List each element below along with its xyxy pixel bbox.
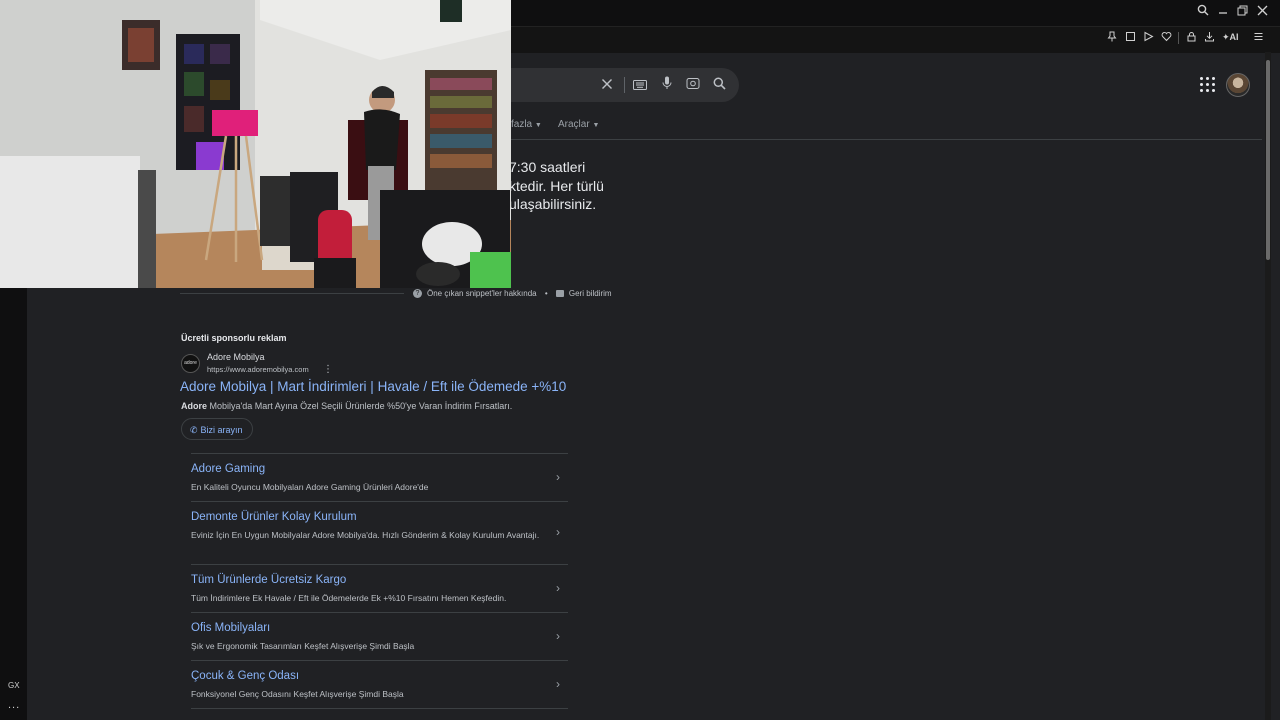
snippet-about-link[interactable]: ? Öne çıkan snippet'ler hakkında [413, 289, 537, 299]
heart-icon[interactable] [1158, 30, 1174, 46]
close-icon[interactable] [1253, 3, 1271, 21]
ad-desc-bold: Adore [181, 401, 208, 411]
sitelink-title[interactable]: Tüm Ürünlerde Ücretsiz Kargo [191, 574, 346, 586]
snippet-line: 7:30 saatleri [509, 159, 586, 175]
toolbar-separator [1178, 32, 1179, 44]
webcam-overlay [0, 0, 511, 288]
ai-button[interactable]: ✦AI [1222, 32, 1239, 43]
sitelink-ofis[interactable]: Ofis Mobilyaları Şık ve Ergonomik Tasarı… [191, 612, 568, 660]
pin-icon[interactable] [1104, 30, 1120, 46]
menu-icon[interactable] [1250, 30, 1266, 46]
ai-icon: ✦ [1222, 32, 1230, 42]
call-button[interactable]: ✆ Bizi arayın [181, 418, 253, 440]
chevron-right-icon: › [556, 469, 560, 484]
ad-site-name[interactable]: Adore Mobilya [207, 352, 265, 362]
google-apps-icon[interactable] [1199, 76, 1217, 94]
account-avatar[interactable] [1226, 73, 1250, 97]
sitelink-cocuk[interactable]: Çocuk & Genç Odası Fonksiyonel Genç Odas… [191, 660, 568, 709]
dot-separator: • [544, 289, 548, 298]
feedback-icon [555, 290, 564, 298]
chevron-right-icon: › [556, 525, 560, 539]
play-icon[interactable] [1140, 30, 1156, 46]
sitelink-desc: Eviniz İçin En Uygun Mobilyalar Adore Mo… [191, 530, 540, 540]
sitelink-desc: Fonksiyonel Genç Odasını Keşfet Alışveri… [191, 689, 404, 699]
tab-tools[interactable]: Araçlar ▼ [558, 119, 599, 130]
sidebar-more-button[interactable]: ... [8, 699, 20, 711]
lock-icon[interactable] [1183, 30, 1199, 46]
feedback-link[interactable]: Geri bildirim [555, 289, 612, 298]
more-options-icon[interactable]: ⋮ [323, 364, 333, 375]
search-divider [624, 77, 625, 93]
sitelink-desc: Tüm İndirimlere Ek Havale / Eft ile Ödem… [191, 593, 507, 603]
sitelink-title[interactable]: Çocuk & Genç Odası [191, 670, 299, 682]
snapshot-icon[interactable] [1122, 30, 1138, 46]
sitelink-title[interactable]: Demonte Ürünler Kolay Kurulum [191, 511, 357, 523]
lens-search-icon[interactable] [683, 75, 703, 95]
chevron-down-icon: ▼ [534, 122, 542, 129]
ai-label: AI [1229, 32, 1239, 42]
snippet-about-label: Öne çıkan snippet'ler hakkında [427, 289, 537, 298]
sponsored-label: Ücretli sponsorlu reklam [181, 333, 287, 343]
ad-url[interactable]: https://www.adoremobilya.com [207, 365, 309, 374]
sitelink-desc: Şık ve Ergonomik Tasarımları Keşfet Alış… [191, 641, 415, 651]
minimize-icon[interactable] [1214, 2, 1232, 20]
gx-logo[interactable]: GX [8, 681, 20, 690]
snippet-line: ktedir. Her türlü [509, 177, 604, 194]
sitelink-title[interactable]: Ofis Mobilyaları [191, 622, 270, 634]
tab-more[interactable]: fazla ▼ [511, 119, 542, 130]
feedback-label: Geri bildirim [568, 289, 612, 298]
ad-favicon[interactable]: adore [181, 354, 200, 373]
ad-sitelinks: Adore Gaming En Kaliteli Oyuncu Mobilyal… [191, 453, 568, 709]
clear-search-icon[interactable] [597, 75, 617, 95]
snippet-footer: ? Öne çıkan snippet'ler hakkında • Geri b… [413, 289, 612, 299]
sitelink-adore-gaming[interactable]: Adore Gaming En Kaliteli Oyuncu Mobilyal… [191, 453, 568, 501]
chevron-right-icon: › [556, 676, 560, 691]
search-submit-icon[interactable] [709, 75, 729, 95]
keyboard-icon[interactable] [630, 75, 650, 95]
featured-snippet-text: 7:30 saatleri ktedir. Her türlü ulaşabil… [509, 158, 619, 214]
download-icon[interactable] [1201, 30, 1217, 46]
voice-search-icon[interactable] [657, 75, 677, 95]
scrollbar-thumb[interactable] [1266, 60, 1270, 260]
sitelink-title[interactable]: Adore Gaming [191, 463, 265, 475]
phone-icon: ✆ [190, 425, 198, 435]
ad-desc-rest: Mobilya'da Mart Ayına Özel Seçili Ürünle… [207, 401, 513, 411]
tab-tools-label: Araçlar [558, 119, 590, 130]
sitelink-desc: En Kaliteli Oyuncu Mobilyaları Adore Gam… [191, 482, 429, 492]
chevron-down-icon: ▼ [592, 122, 600, 129]
snippet-divider [180, 293, 404, 294]
snippet-line: ulaşabilirsiniz. [509, 196, 597, 212]
help-icon: ? [413, 289, 422, 299]
webcam-scene [0, 0, 511, 288]
search-icon[interactable] [1194, 3, 1212, 21]
chevron-right-icon: › [556, 580, 560, 595]
ad-description: Adore Mobilya'da Mart Ayına Özel Seçili … [181, 401, 512, 411]
call-button-label: Bizi arayın [200, 425, 243, 435]
tab-more-label: fazla [511, 119, 533, 130]
sitelink-demonte[interactable]: Demonte Ürünler Kolay Kurulum Eviniz İçi… [191, 501, 568, 564]
chevron-right-icon: › [556, 628, 560, 643]
ad-title-link[interactable]: Adore Mobilya | Mart İndirimleri | Haval… [180, 379, 566, 394]
restore-icon[interactable] [1233, 3, 1251, 21]
sitelink-kargo[interactable]: Tüm Ürünlerde Ücretsiz Kargo Tüm İndirim… [191, 564, 568, 612]
